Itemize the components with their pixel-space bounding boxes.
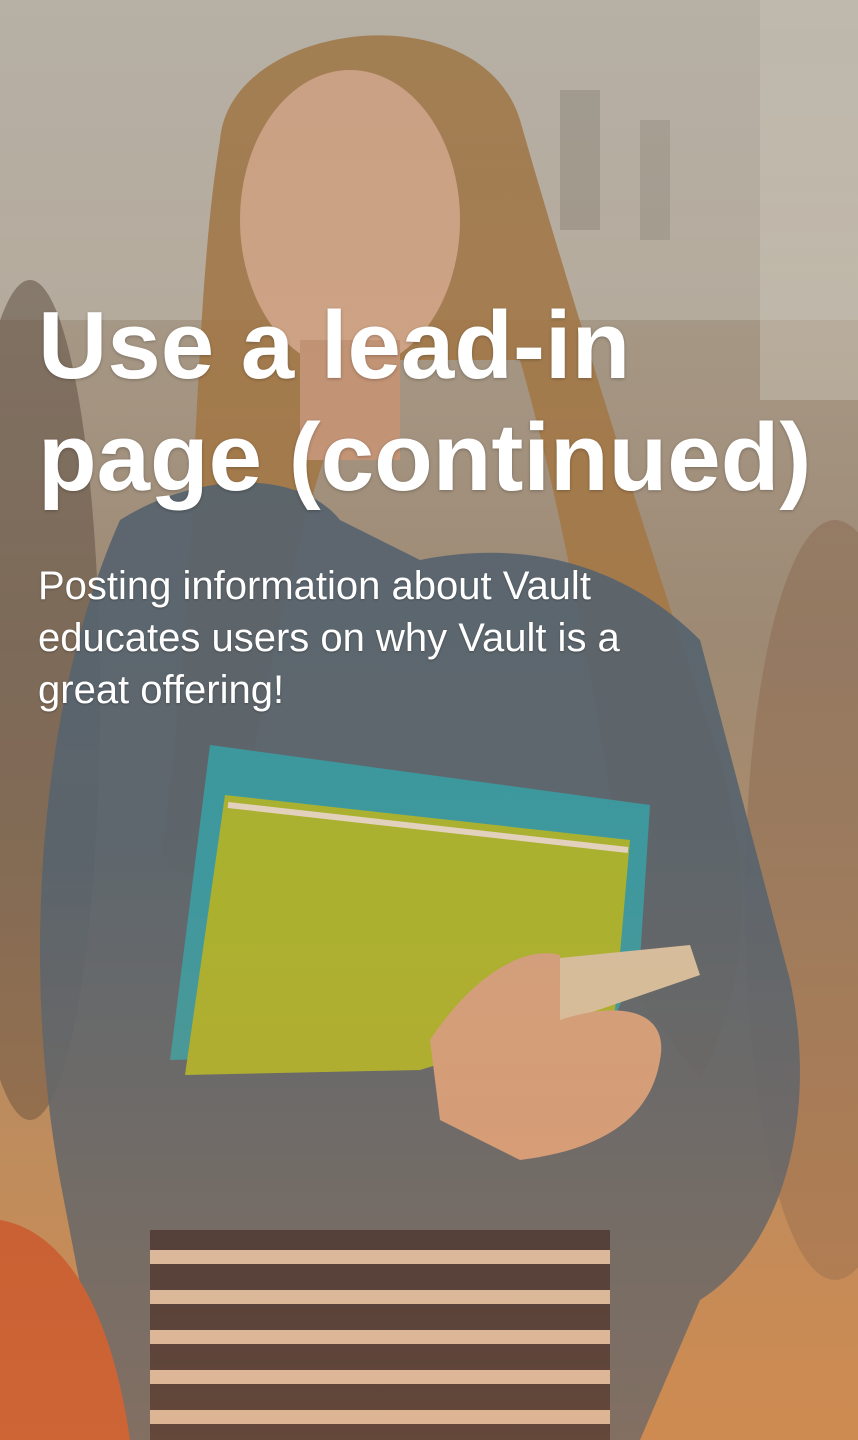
warm-overlay — [0, 0, 858, 1440]
title-line-2: page (continued) — [38, 404, 812, 511]
slide-title: Use a lead-in page (continued) — [38, 290, 838, 514]
slide-subtitle: Posting information about Vault educates… — [38, 564, 620, 712]
lead-in-slide: Use a lead-in page (continued) Posting i… — [0, 0, 858, 1440]
title-line-1: Use a lead-in — [38, 292, 631, 399]
